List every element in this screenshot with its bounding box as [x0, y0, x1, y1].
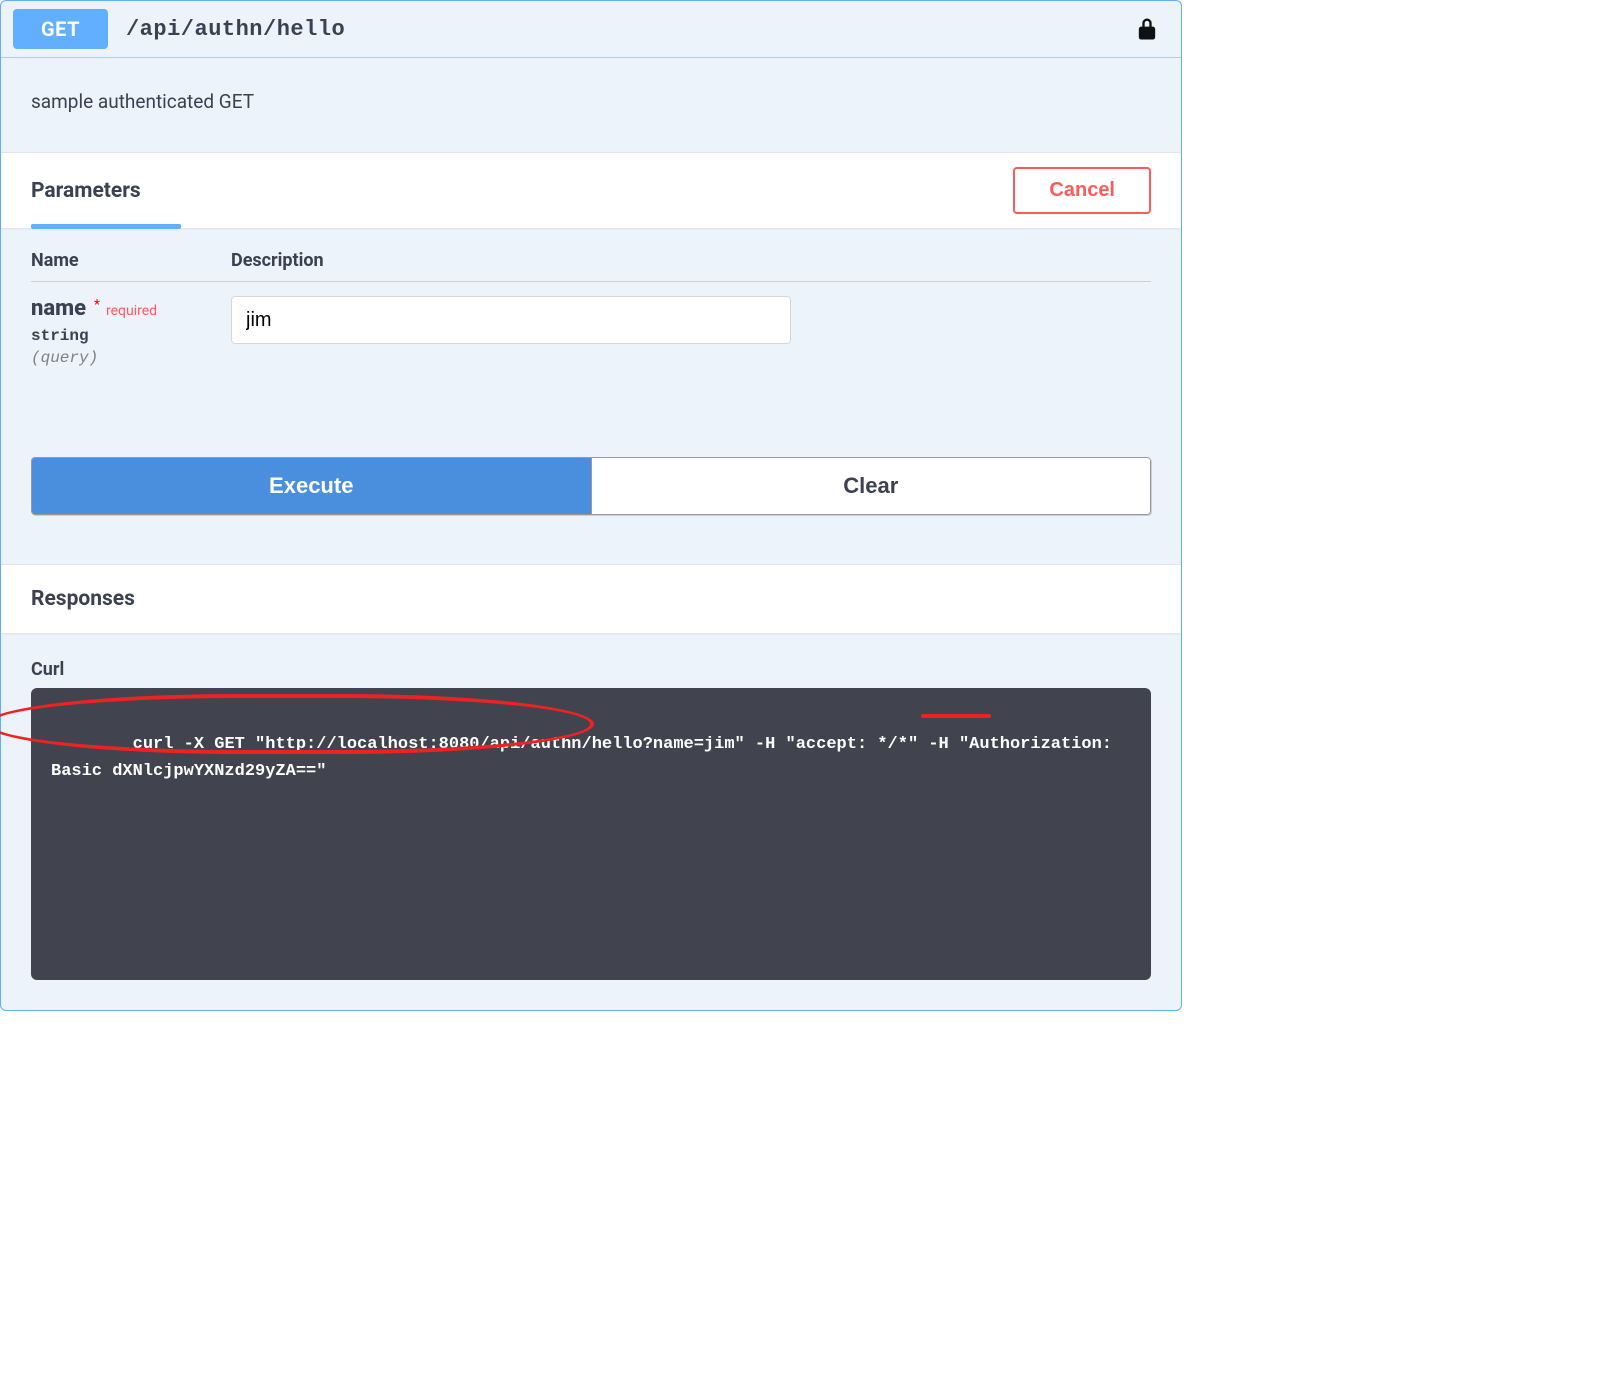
parameter-name: name	[31, 296, 86, 321]
parameters-area: Name Description name * required string …	[1, 228, 1181, 565]
cancel-button[interactable]: Cancel	[1013, 167, 1151, 214]
parameters-title: Parameters	[31, 179, 141, 203]
parameter-name-cell: name * required string (query)	[31, 296, 231, 367]
execute-button[interactable]: Execute	[32, 458, 591, 514]
parameter-desc-cell	[231, 296, 1151, 367]
curl-title: Curl	[31, 659, 1151, 680]
method-badge: GET	[13, 9, 108, 49]
required-star: *	[94, 297, 100, 313]
curl-command: curl -X GET "http://localhost:8080/api/a…	[31, 688, 1151, 980]
operation-panel: GET /api/authn/hello sample authenticate…	[0, 0, 1182, 1011]
parameters-columns: Name Description	[31, 250, 1151, 282]
operation-summary: sample authenticated GET	[1, 58, 1181, 153]
operation-body: sample authenticated GET Parameters Canc…	[1, 57, 1181, 1010]
parameters-bar: Parameters Cancel	[1, 153, 1181, 228]
annotation-underline	[921, 714, 991, 718]
clear-button[interactable]: Clear	[591, 458, 1151, 514]
curl-area: Curl curl -X GET "http://localhost:8080/…	[1, 633, 1181, 1010]
endpoint-path: /api/authn/hello	[126, 17, 345, 42]
required-word: required	[106, 303, 157, 319]
parameter-input[interactable]	[231, 296, 791, 344]
responses-title: Responses	[1, 565, 1181, 633]
operation-header[interactable]: GET /api/authn/hello	[1, 1, 1181, 57]
curl-command-text: curl -X GET "http://localhost:8080/api/a…	[51, 735, 1122, 780]
parameter-in: (query)	[31, 349, 231, 367]
col-name: Name	[31, 250, 231, 271]
action-row: Execute Clear	[31, 457, 1151, 515]
lock-icon[interactable]	[1133, 15, 1161, 43]
col-description: Description	[231, 250, 1151, 271]
parameter-type: string	[31, 327, 231, 345]
parameters-tab-underline	[31, 224, 181, 229]
parameter-row: name * required string (query)	[31, 282, 1151, 367]
